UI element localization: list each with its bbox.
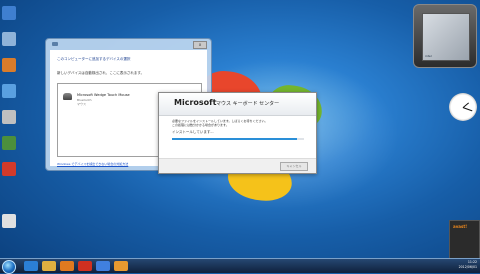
desktop-icon[interactable]: [2, 84, 16, 98]
install-progress-fill: [172, 138, 298, 140]
desktop-icon[interactable]: [2, 162, 16, 176]
clock-minute-hand: [462, 107, 473, 111]
antivirus-logo: avast!: [453, 224, 468, 229]
installer-footer: キャンセル: [159, 158, 316, 173]
installer-title: マウス キーボード センター: [216, 101, 280, 107]
back-arrow-icon[interactable]: [52, 42, 58, 46]
taskbar-app-ie[interactable]: [24, 261, 38, 271]
install-progress-bar: [172, 138, 304, 140]
cpu-brand-label: intel: [425, 54, 432, 58]
clock-gadget[interactable]: [449, 93, 477, 121]
installer-message-line2: この処理には数分かかる場合があります。: [172, 123, 229, 127]
taskbar-app-app-blue[interactable]: [96, 261, 110, 271]
desktop-icon[interactable]: [2, 6, 16, 20]
installer-header: Microsoft マウス キーボード センター: [159, 93, 316, 116]
taskbar-app-media[interactable]: [60, 261, 74, 271]
installer-brand: Microsoft: [174, 98, 217, 107]
system-clock[interactable]: 11:22 2012/06/01: [459, 260, 477, 270]
desktop-icon[interactable]: [2, 214, 16, 228]
taskbar-app-app-orange[interactable]: [114, 261, 128, 271]
cancel-button[interactable]: キャンセル: [280, 162, 308, 171]
add-device-heading: このコンピューターに追加するデバイスの選択: [57, 57, 131, 61]
device-name: Microsoft Wedge Touch Mouse: [77, 93, 130, 97]
cpu-chip-icon: intel: [422, 13, 470, 61]
desktop-icon[interactable]: [2, 32, 16, 46]
troubleshoot-link[interactable]: Windows でデバイスを検出できない場合の対処方法: [57, 162, 128, 166]
clock-date: 2012/06/01: [458, 265, 477, 269]
installer-status: インストールしています...: [172, 130, 214, 134]
close-button[interactable]: x: [193, 41, 207, 49]
cpu-meter-gadget[interactable]: intel: [413, 4, 477, 68]
add-device-titlebar[interactable]: x: [46, 39, 211, 49]
antivirus-notification[interactable]: avast!: [449, 220, 480, 259]
installer-dialog[interactable]: Microsoft マウス キーボード センター 必要なファイルをインストールし…: [158, 92, 317, 174]
add-device-subheading: 新しいデバイスは自動検出され、ここに表示されます。: [57, 71, 145, 75]
desktop-icon[interactable]: [2, 136, 16, 150]
desktop-icon[interactable]: [2, 58, 16, 72]
taskbar-app-explorer[interactable]: [42, 261, 56, 271]
desktop-icon[interactable]: [2, 110, 16, 124]
mouse-icon: [63, 93, 72, 100]
taskbar-app-app-red[interactable]: [78, 261, 92, 271]
device-kind: マウス: [77, 102, 87, 106]
taskbar: 11:22 2012/06/01: [0, 258, 480, 274]
